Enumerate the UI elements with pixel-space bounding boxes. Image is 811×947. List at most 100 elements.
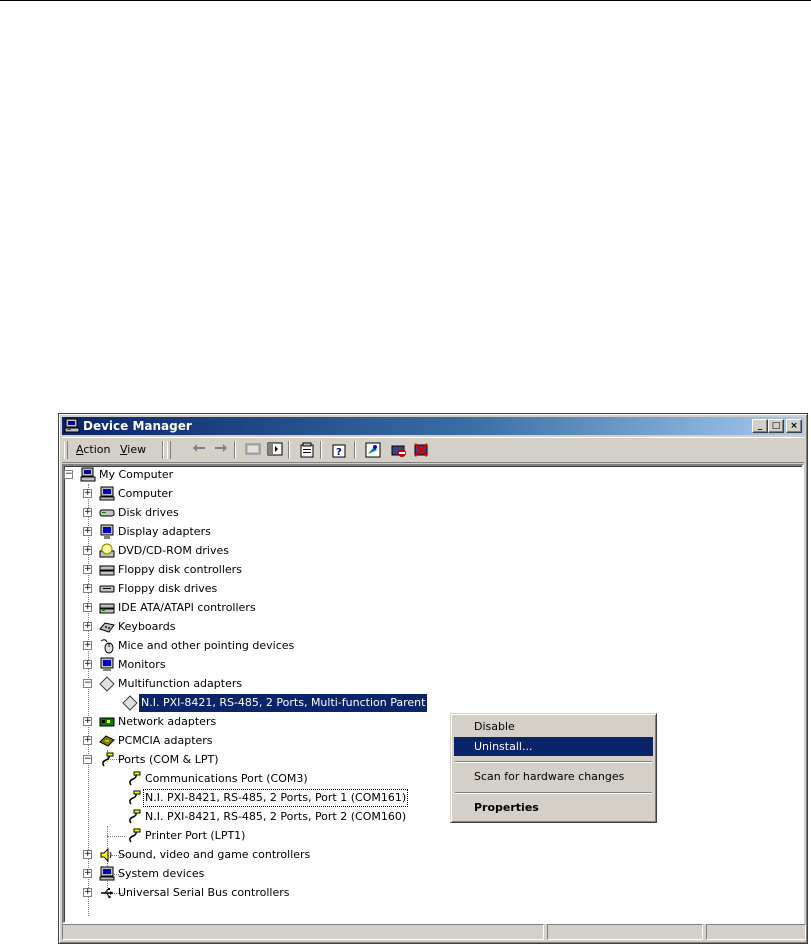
expand-icon[interactable]: + xyxy=(83,527,92,536)
pcmcia-icon xyxy=(99,733,115,749)
menu-item-scan-hardware[interactable]: Scan for hardware changes xyxy=(454,767,653,786)
show-hide-tree-icon[interactable] xyxy=(264,441,286,459)
tree-item-keyboards[interactable]: + Keyboards xyxy=(83,618,463,636)
toolbar-grip[interactable] xyxy=(64,441,68,459)
floppy-drive-icon xyxy=(99,581,115,597)
tree-item-computer[interactable]: + Computer xyxy=(83,485,463,503)
expand-icon[interactable]: + xyxy=(83,546,92,555)
menu-item-properties[interactable]: Properties xyxy=(454,798,653,817)
collapse-icon[interactable]: − xyxy=(83,679,92,688)
toolbar-separator xyxy=(354,441,356,459)
svg-text:?: ? xyxy=(336,447,342,458)
expand-icon[interactable]: + xyxy=(83,508,92,517)
menu-view-post: iew xyxy=(127,443,147,456)
tree-item-label: Network adapters xyxy=(118,715,217,728)
tree-item-floppy-controllers[interactable]: + Floppy disk controllers xyxy=(83,561,463,579)
menu-action[interactable]: Action xyxy=(76,443,110,456)
menu-item-uninstall[interactable]: Uninstall... xyxy=(454,737,653,756)
expand-icon[interactable]: + xyxy=(83,565,92,574)
tree-item-mice[interactable]: + Mice and other pointing devices xyxy=(83,637,463,655)
up-folder-icon[interactable] xyxy=(242,441,264,459)
menu-item-disable[interactable]: Disable xyxy=(454,717,653,736)
tree-item-multifunction-adapters[interactable]: − Multifunction adapters xyxy=(83,675,463,693)
tree-item-label: Printer Port (LPT1) xyxy=(145,829,246,842)
tree-item-ide-controllers[interactable]: + IDE ATA/ATAPI controllers xyxy=(83,599,463,617)
tree-item-label: Keyboards xyxy=(118,620,176,633)
minimize-button[interactable]: _ xyxy=(752,419,768,433)
computer-icon xyxy=(99,486,115,502)
device-tree[interactable]: − My Computer + Computer + Disk drives +… xyxy=(62,464,804,924)
tree-item-label: PCMCIA adapters xyxy=(118,734,213,747)
tree-item-label-selected: N.I. PXI-8421, RS-485, 2 Ports, Multi-fu… xyxy=(139,694,428,712)
close-button[interactable]: × xyxy=(786,419,802,433)
port-icon xyxy=(126,809,142,825)
tree-item-label: Mice and other pointing devices xyxy=(118,639,295,652)
display-adapter-icon xyxy=(99,524,115,540)
properties-icon[interactable] xyxy=(296,441,318,459)
expand-icon[interactable]: + xyxy=(83,736,92,745)
tree-item-printer-port[interactable]: Printer Port (LPT1) xyxy=(126,827,526,845)
tree-item-disk-drives[interactable]: + Disk drives xyxy=(83,504,463,522)
system-device-icon xyxy=(99,866,115,882)
tree-item-sound[interactable]: + Sound, video and game controllers xyxy=(83,846,463,864)
tree-item-label: Floppy disk controllers xyxy=(118,563,242,576)
tree-item-usb[interactable]: + Universal Serial Bus controllers xyxy=(83,884,463,902)
tree-item-label: Universal Serial Bus controllers xyxy=(118,886,290,899)
back-arrow-icon[interactable] xyxy=(188,441,210,459)
tree-item-network-adapters[interactable]: + Network adapters xyxy=(83,713,463,731)
tree-item-label: Computer xyxy=(118,487,173,500)
title-bar[interactable]: Device Manager _ □ × xyxy=(62,417,804,435)
collapse-icon[interactable]: − xyxy=(83,755,92,764)
expand-icon[interactable]: + xyxy=(83,584,92,593)
toolbar-grip-2[interactable] xyxy=(167,441,171,459)
uninstall-device-icon[interactable] xyxy=(410,441,432,459)
tree-item-system-devices[interactable]: + System devices xyxy=(83,865,463,883)
expand-icon[interactable]: + xyxy=(83,660,92,669)
help-icon[interactable]: ? xyxy=(328,441,350,459)
my-computer-icon xyxy=(80,467,96,483)
port-icon xyxy=(99,752,115,768)
menu-separator xyxy=(455,761,652,763)
menu-view[interactable]: View xyxy=(120,443,146,456)
network-adapter-icon xyxy=(99,714,115,730)
expand-icon[interactable]: + xyxy=(83,489,92,498)
toolbar-separator xyxy=(234,441,236,459)
tree-item-label: System devices xyxy=(118,867,205,880)
status-pane-3 xyxy=(706,924,806,940)
floppy-controller-icon xyxy=(99,562,115,578)
collapse-icon[interactable]: − xyxy=(64,470,73,479)
device-manager-window: Device Manager _ □ × Action View ? − My … xyxy=(58,413,808,944)
tree-item-label: Disk drives xyxy=(118,506,179,519)
forward-arrow-icon[interactable] xyxy=(210,441,232,459)
toolbar-separator xyxy=(288,441,290,459)
tree-item-display-adapters[interactable]: + Display adapters xyxy=(83,523,463,541)
disk-drive-icon xyxy=(99,505,115,521)
tree-item-monitors[interactable]: + Monitors xyxy=(83,656,463,674)
scan-hardware-icon[interactable] xyxy=(362,441,384,459)
maximize-button[interactable]: □ xyxy=(768,419,784,433)
menu-separator xyxy=(455,792,652,794)
tree-item-ports[interactable]: − Ports (COM & LPT) xyxy=(83,751,463,769)
tree-item-label-focused: N.I. PXI-8421, RS-485, 2 Ports, Port 1 (… xyxy=(143,789,409,807)
monitor-icon xyxy=(99,657,115,673)
tree-item-pcmcia-adapters[interactable]: + PCMCIA adapters xyxy=(83,732,463,750)
expand-icon[interactable]: + xyxy=(83,850,92,859)
window-title: Device Manager xyxy=(83,419,192,433)
expand-icon[interactable]: + xyxy=(83,622,92,631)
tree-item-label: Ports (COM & LPT) xyxy=(118,753,219,766)
usb-icon xyxy=(99,885,115,901)
status-bar xyxy=(62,923,806,941)
cdrom-icon xyxy=(99,543,115,559)
port-icon xyxy=(126,828,142,844)
expand-icon[interactable]: + xyxy=(83,603,92,612)
expand-icon[interactable]: + xyxy=(83,641,92,650)
expand-icon[interactable]: + xyxy=(83,888,92,897)
disable-device-icon[interactable] xyxy=(388,441,410,459)
tree-item-ni-multifunction-parent[interactable]: N.I. PXI-8421, RS-485, 2 Ports, Multi-fu… xyxy=(122,694,522,712)
tree-item-dvd-cdrom[interactable]: + DVD/CD-ROM drives xyxy=(83,542,463,560)
expand-icon[interactable]: + xyxy=(83,717,92,726)
tree-item-floppy-drives[interactable]: + Floppy disk drives xyxy=(83,580,463,598)
expand-icon[interactable]: + xyxy=(83,869,92,878)
port-icon xyxy=(126,790,142,806)
tree-root[interactable]: − My Computer xyxy=(64,466,464,484)
